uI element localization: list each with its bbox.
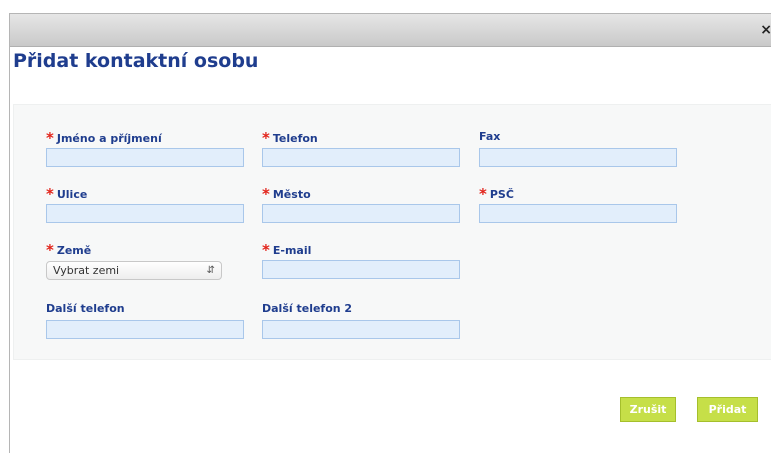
contact-form-panel: * Jméno a příjmení * Telefon Fax * Ulice * M… xyxy=(13,104,771,360)
required-marker: * xyxy=(262,185,270,203)
page-title: Přidat kontaktní osobu xyxy=(13,50,259,72)
fax-input[interactable] xyxy=(479,148,677,167)
name-label: * Jméno a příjmení xyxy=(46,129,244,147)
zip-field: * PSČ xyxy=(479,185,677,223)
name-input[interactable] xyxy=(46,148,244,167)
select-arrows-icon: ⇵ xyxy=(206,265,215,276)
country-label-text: Země xyxy=(56,244,92,257)
city-field: * Město xyxy=(262,185,460,223)
required-marker: * xyxy=(262,241,270,259)
required-marker: * xyxy=(46,241,54,259)
cancel-button[interactable]: Zrušit xyxy=(620,397,676,422)
phone-label: * Telefon xyxy=(262,129,460,147)
phone-field: * Telefon xyxy=(262,129,460,167)
phone3-input[interactable] xyxy=(262,320,460,339)
name-field: * Jméno a příjmení xyxy=(46,129,244,167)
phone3-field: Další telefon 2 xyxy=(262,301,460,339)
close-icon[interactable]: × xyxy=(760,21,771,39)
required-marker: * xyxy=(46,185,54,203)
phone2-input[interactable] xyxy=(46,320,244,339)
city-input[interactable] xyxy=(262,204,460,223)
zip-input[interactable] xyxy=(479,204,677,223)
phone-input[interactable] xyxy=(262,148,460,167)
zip-label-text: PSČ xyxy=(489,188,514,201)
email-label: * E-mail xyxy=(262,241,460,259)
city-label-text: Město xyxy=(272,188,311,201)
phone2-field: Další telefon xyxy=(46,301,244,339)
street-input[interactable] xyxy=(46,204,244,223)
name-label-text: Jméno a příjmení xyxy=(56,132,162,145)
phone2-label: Další telefon xyxy=(46,302,125,315)
zip-label: * PSČ xyxy=(479,185,677,203)
country-select[interactable]: Vybrat zemi ⇵ xyxy=(46,261,222,280)
street-field: * Ulice xyxy=(46,185,244,223)
city-label: * Město xyxy=(262,185,460,203)
phone3-label: Další telefon 2 xyxy=(262,302,353,315)
email-label-text: E-mail xyxy=(272,244,312,257)
required-marker: * xyxy=(262,129,270,147)
street-label: * Ulice xyxy=(46,185,244,203)
required-marker: * xyxy=(479,185,487,203)
phone-label-text: Telefon xyxy=(272,132,318,145)
email-field: * E-mail xyxy=(262,241,460,279)
email-input[interactable] xyxy=(262,260,460,279)
country-select-value: Vybrat zemi xyxy=(53,264,120,277)
fax-label: Fax xyxy=(479,130,501,143)
country-field: * Země Vybrat zemi ⇵ xyxy=(46,241,222,280)
required-marker: * xyxy=(46,129,54,147)
dialog-titlebar[interactable]: × xyxy=(10,14,771,47)
street-label-text: Ulice xyxy=(56,188,88,201)
country-label: * Země xyxy=(46,241,222,259)
fax-field: Fax xyxy=(479,129,677,167)
add-button[interactable]: Přidat xyxy=(697,397,758,422)
